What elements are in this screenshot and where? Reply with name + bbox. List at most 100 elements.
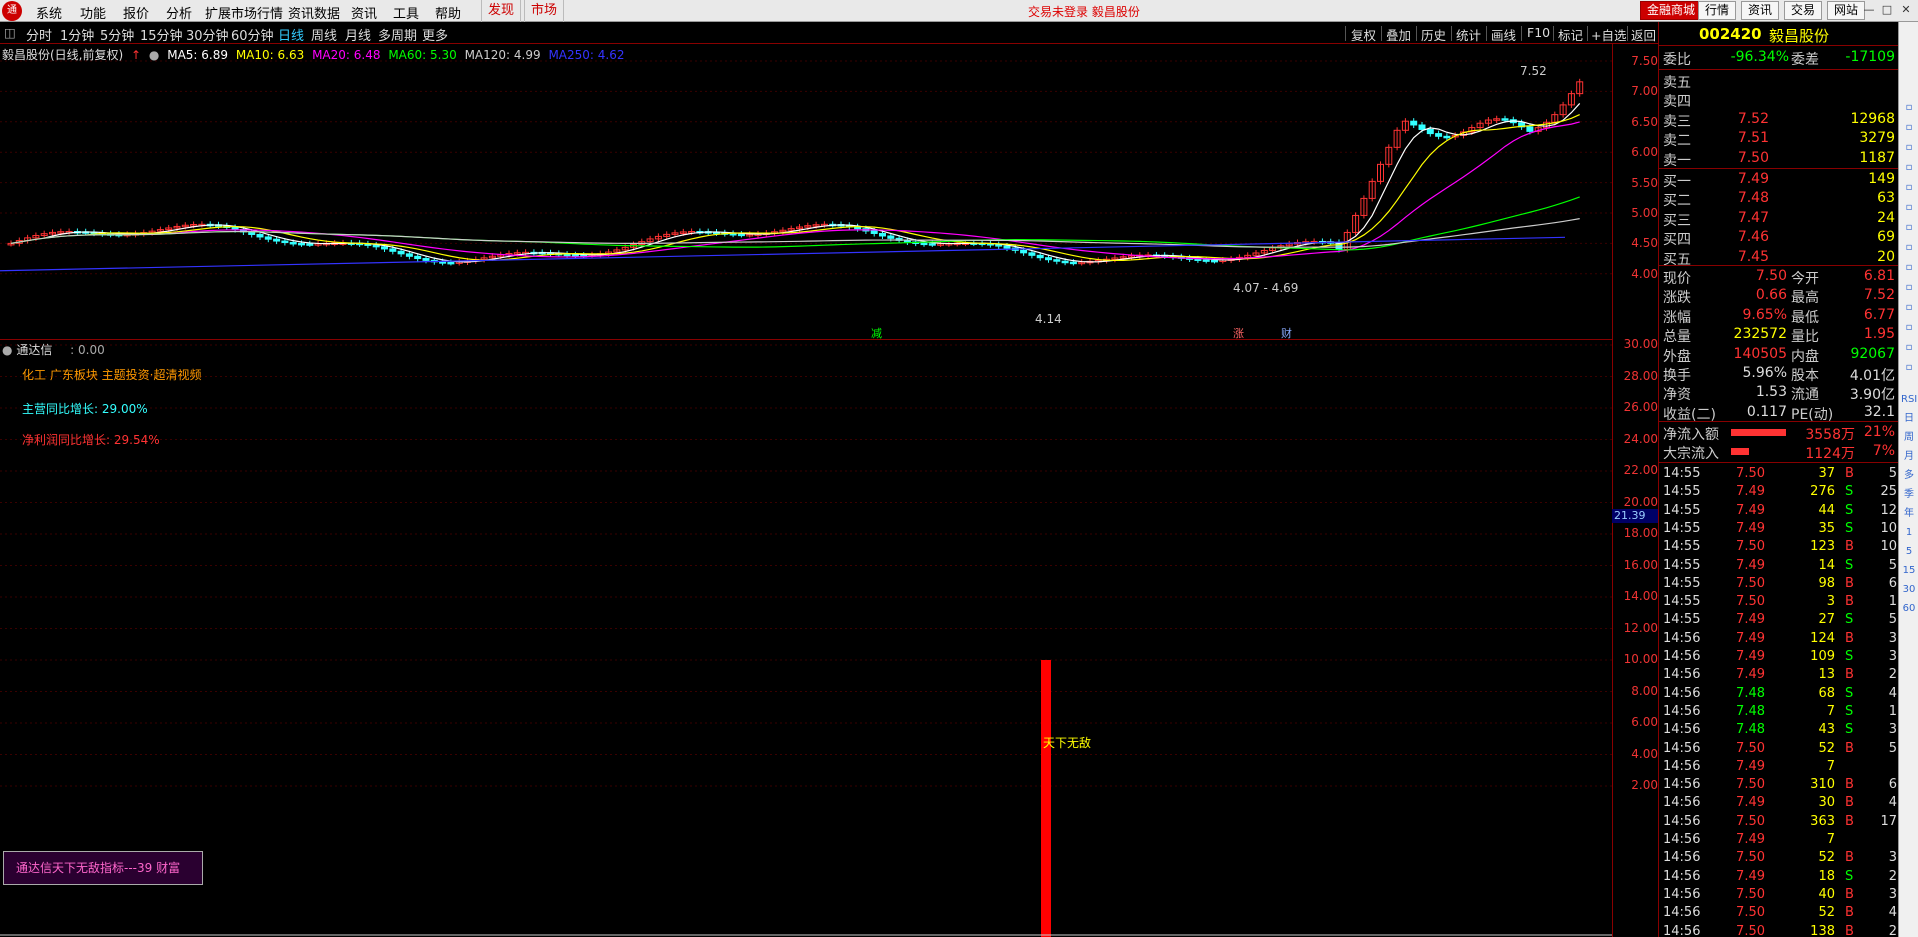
period-30min[interactable]: 30分钟 bbox=[186, 25, 229, 44]
panel-toggle-icon[interactable]: ◫ bbox=[4, 25, 16, 40]
globe-icon[interactable]: ▫ bbox=[1901, 320, 1917, 336]
menu-system[interactable]: 系统 bbox=[36, 3, 62, 22]
history-button[interactable]: 历史 bbox=[1421, 25, 1446, 44]
fund-icon[interactable]: ▫ bbox=[1901, 260, 1917, 276]
menu-quote[interactable]: 报价 bbox=[123, 3, 149, 22]
quote-value: 7.50 bbox=[1755, 268, 1787, 284]
indicator-chart[interactable] bbox=[0, 339, 1612, 937]
indicator-tick-label: 30.00 bbox=[1623, 337, 1658, 351]
bid-row[interactable]: 买一 7.49 149 bbox=[1659, 171, 1899, 190]
tick-price: 7.49 bbox=[1736, 868, 1765, 884]
ask-row[interactable]: 卖四 bbox=[1659, 91, 1899, 110]
side-tool-5[interactable]: 季 bbox=[1901, 487, 1917, 503]
add-watchlist-button[interactable]: +自选 bbox=[1591, 25, 1626, 44]
minimize-icon[interactable]: — bbox=[1862, 3, 1876, 17]
tick-time: 14:56 bbox=[1663, 667, 1701, 683]
tiles-icon[interactable]: ▫ bbox=[1901, 160, 1917, 176]
period-1min[interactable]: 1分钟 bbox=[60, 25, 94, 44]
trade-button[interactable]: 交易 bbox=[1784, 1, 1823, 20]
tick-volume: 7 bbox=[1826, 832, 1835, 847]
menu-info-data[interactable]: 资讯数据 bbox=[288, 3, 340, 22]
tick-row: 14:56 7.49 18 S 2 bbox=[1659, 869, 1899, 887]
candlestick-chart[interactable] bbox=[0, 44, 1612, 339]
news-button[interactable]: 资讯 bbox=[1741, 1, 1780, 20]
bid-volume: 69 bbox=[1877, 229, 1895, 246]
menu-info[interactable]: 资讯 bbox=[351, 3, 377, 22]
indicator-name[interactable]: 通达信 bbox=[16, 343, 52, 357]
menu-analysis[interactable]: 分析 bbox=[166, 3, 192, 22]
up-icon[interactable]: ▫ bbox=[1901, 120, 1917, 136]
down-icon[interactable]: ▫ bbox=[1901, 140, 1917, 156]
candle-body bbox=[256, 233, 264, 238]
wave-icon[interactable]: ▫ bbox=[1901, 340, 1917, 356]
tab-discover[interactable]: 发现 bbox=[481, 0, 522, 22]
quote-label: 最高 bbox=[1791, 290, 1819, 307]
zoom-icon[interactable]: ▫ bbox=[1901, 280, 1917, 296]
bid-row[interactable]: 买四 7.46 69 bbox=[1659, 229, 1899, 248]
list-icon[interactable]: ▫ bbox=[1901, 300, 1917, 316]
bid-row[interactable]: 买三 7.47 24 bbox=[1659, 210, 1899, 229]
tick-price: 7.50 bbox=[1736, 923, 1765, 937]
tick-side: B bbox=[1845, 466, 1854, 481]
tick-count: 3 bbox=[1888, 850, 1897, 866]
settings-icon[interactable]: ● bbox=[149, 48, 159, 62]
ask-row[interactable]: 卖二 7.51 3279 bbox=[1659, 130, 1899, 149]
ask-row[interactable]: 卖一 7.50 1187 bbox=[1659, 150, 1899, 169]
tick-count: 12 bbox=[1880, 502, 1897, 518]
side-tool-7[interactable]: 1 bbox=[1901, 525, 1917, 541]
back-button[interactable]: 返回 bbox=[1631, 25, 1656, 44]
maximize-icon[interactable]: □ bbox=[1880, 3, 1894, 17]
side-tool-9[interactable]: 15 bbox=[1901, 563, 1917, 579]
period-more[interactable]: 更多 bbox=[422, 25, 448, 44]
f10-button[interactable]: F10 bbox=[1527, 25, 1550, 40]
quote-button[interactable]: 行情 bbox=[1698, 1, 1737, 20]
side-tool-11[interactable]: 60 bbox=[1901, 601, 1917, 617]
side-tool-2[interactable]: 周 bbox=[1901, 430, 1917, 446]
period-intraday[interactable]: 分时 bbox=[26, 25, 52, 44]
period-15min[interactable]: 15分钟 bbox=[140, 25, 183, 44]
side-tool-6[interactable]: 年 bbox=[1901, 506, 1917, 522]
side-tool-0[interactable]: RSI bbox=[1901, 392, 1917, 408]
ask-row[interactable]: 卖三 7.52 12968 bbox=[1659, 111, 1899, 130]
side-tool-4[interactable]: 多 bbox=[1901, 468, 1917, 484]
stack-icon[interactable]: ▫ bbox=[1901, 220, 1917, 236]
bar-icon[interactable]: ▫ bbox=[1901, 200, 1917, 216]
pulse-icon[interactable]: ▫ bbox=[1901, 360, 1917, 376]
menu-extended-market[interactable]: 扩展市场行情 bbox=[205, 3, 283, 22]
line-icon[interactable]: ▫ bbox=[1901, 180, 1917, 196]
stats-button[interactable]: 统计 bbox=[1456, 25, 1481, 44]
side-tool-3[interactable]: 月 bbox=[1901, 449, 1917, 465]
adjust-button[interactable]: 复权 bbox=[1351, 25, 1376, 44]
menu-function[interactable]: 功能 bbox=[80, 3, 106, 22]
grid-icon[interactable]: ▫ bbox=[1901, 240, 1917, 256]
side-tool-10[interactable]: 30 bbox=[1901, 582, 1917, 598]
period-daily[interactable]: 日线 bbox=[278, 25, 304, 44]
indicator-ad-box[interactable]: 通达信天下无敌指标---39 财富 bbox=[3, 851, 203, 885]
draw-line-button[interactable]: 画线 bbox=[1491, 25, 1516, 44]
period-monthly[interactable]: 月线 bbox=[345, 25, 371, 44]
period-60min[interactable]: 60分钟 bbox=[231, 25, 274, 44]
menu-help[interactable]: 帮助 bbox=[435, 3, 461, 22]
menu-tools[interactable]: 工具 bbox=[393, 3, 419, 22]
bid-row[interactable]: 买二 7.48 63 bbox=[1659, 190, 1899, 209]
period-multi[interactable]: 多周期 bbox=[378, 25, 417, 44]
overlay-button[interactable]: 叠加 bbox=[1386, 25, 1411, 44]
close-icon[interactable]: ✕ bbox=[1899, 3, 1913, 17]
toolbar-divider bbox=[1486, 26, 1487, 41]
indicator-toggle-icon[interactable]: ● bbox=[2, 343, 12, 357]
indicator-tick-label: 22.00 bbox=[1623, 463, 1658, 477]
website-button[interactable]: 网站 bbox=[1827, 1, 1866, 20]
mark-button[interactable]: 标记 bbox=[1558, 25, 1583, 44]
finance-mall-button[interactable]: 金融商城 bbox=[1640, 1, 1703, 20]
side-tool-8[interactable]: 5 bbox=[1901, 544, 1917, 560]
chart-icon[interactable]: ▫ bbox=[1901, 100, 1917, 116]
tab-market[interactable]: 市场 bbox=[524, 0, 565, 22]
bid-price: 7.45 bbox=[1737, 248, 1769, 265]
side-tool-1[interactable]: 日 bbox=[1901, 411, 1917, 427]
ask-row[interactable]: 卖五 bbox=[1659, 72, 1899, 91]
tick-volume: 35 bbox=[1818, 520, 1835, 536]
period-5min[interactable]: 5分钟 bbox=[100, 25, 134, 44]
period-weekly[interactable]: 周线 bbox=[311, 25, 337, 44]
candle-body bbox=[1028, 252, 1036, 256]
tick-row: 14:56 7.49 13 B 2 bbox=[1659, 667, 1899, 685]
